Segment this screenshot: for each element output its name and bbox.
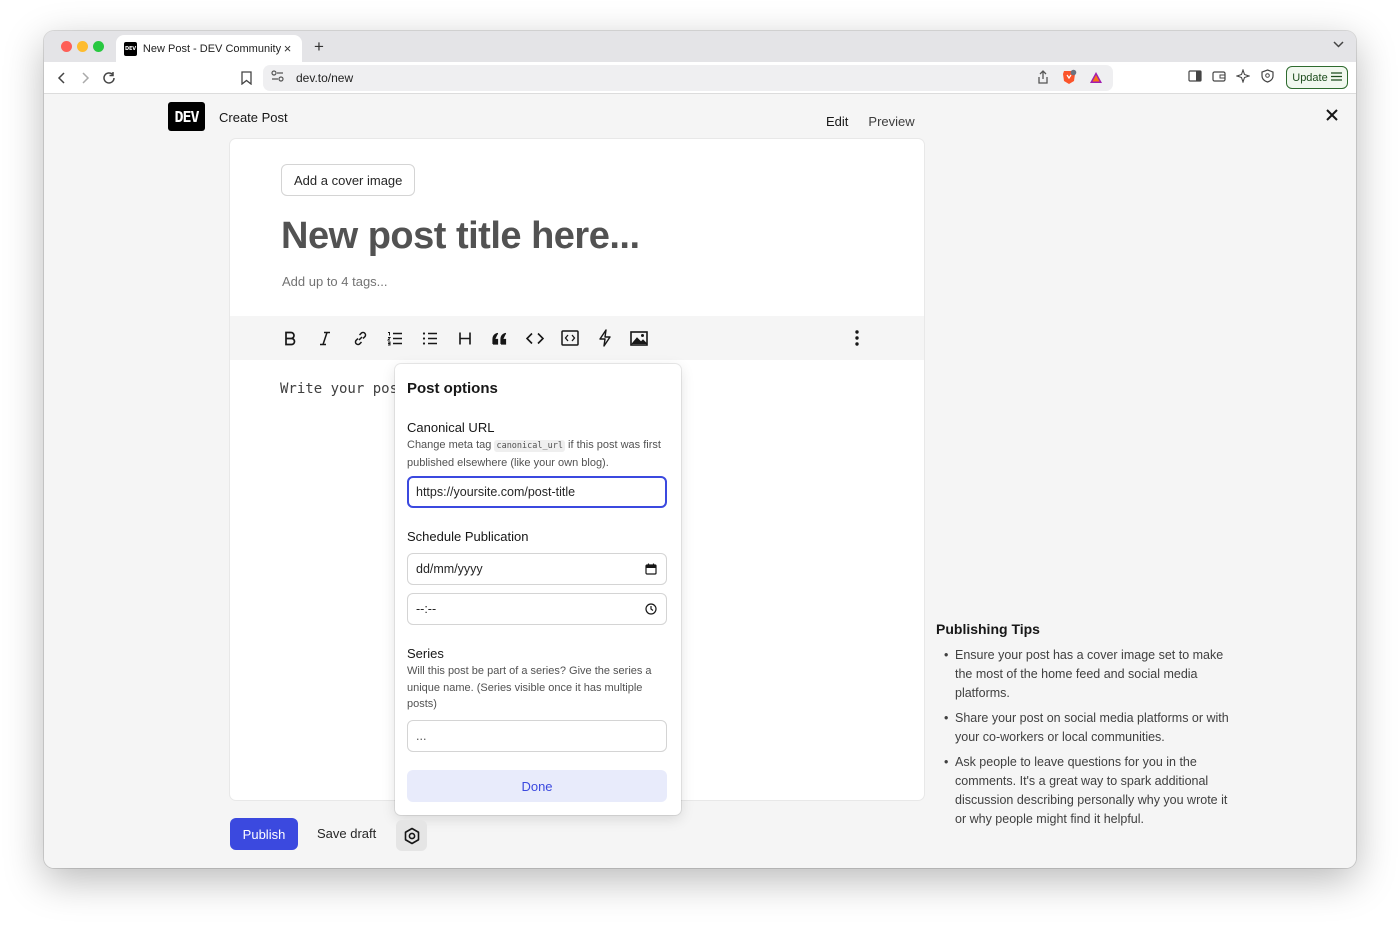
series-description: Will this post be part of a series? Give… <box>407 665 652 710</box>
series-label: Series <box>407 646 444 661</box>
post-title-input[interactable]: New post title here... <box>281 215 640 258</box>
browser-window: DEV New Post - DEV Community × + dev.to/… <box>44 31 1356 868</box>
tab-close-icon[interactable]: × <box>281 41 294 56</box>
page-title: Create Post <box>219 110 288 125</box>
canonical-url-input[interactable]: https://yoursite.com/post-title <box>407 476 667 508</box>
post-options-popover: Post options Canonical URL Change meta t… <box>395 364 681 815</box>
formatting-toolbar <box>230 316 924 360</box>
canonical-url-label: Canonical URL <box>407 420 495 435</box>
quote-icon[interactable] <box>489 327 511 349</box>
url-text: dev.to/new <box>296 71 354 85</box>
calendar-icon[interactable] <box>645 563 657 575</box>
time-placeholder: --:-- <box>416 602 437 616</box>
brave-rewards-icon[interactable] <box>1089 71 1103 89</box>
vpn-icon[interactable] <box>1260 69 1274 83</box>
tip-item: Share your post on social media platform… <box>936 709 1236 747</box>
new-tab-button[interactable]: + <box>310 37 328 57</box>
update-button[interactable]: Update <box>1286 66 1348 89</box>
save-draft-button[interactable]: Save draft <box>317 826 376 841</box>
bold-icon[interactable] <box>279 327 301 349</box>
tab-favicon: DEV <box>124 41 137 56</box>
tip-item: Ensure your post has a cover image set t… <box>936 646 1236 703</box>
clock-icon[interactable] <box>645 603 657 615</box>
schedule-time-input[interactable]: --:-- <box>407 593 667 625</box>
schedule-publication-label: Schedule Publication <box>407 529 529 544</box>
code-block-icon[interactable] <box>559 327 581 349</box>
minimize-window-button[interactable] <box>77 41 88 52</box>
more-vertical-icon[interactable] <box>846 327 868 349</box>
dev-logo[interactable]: DEV <box>168 102 205 131</box>
lightning-icon[interactable] <box>594 327 616 349</box>
add-cover-image-button[interactable]: Add a cover image <box>281 164 416 196</box>
tab-edit[interactable]: Edit <box>826 114 848 129</box>
date-placeholder: dd/mm/yyyy <box>416 562 483 576</box>
series-input[interactable]: ... <box>407 720 667 752</box>
post-options-button[interactable] <box>396 820 427 851</box>
tip-item: Ask people to leave questions for you in… <box>936 753 1236 829</box>
schedule-date-input[interactable]: dd/mm/yyyy <box>407 553 667 585</box>
italic-icon[interactable] <box>314 327 336 349</box>
back-icon[interactable] <box>52 68 72 88</box>
code-icon[interactable] <box>524 327 546 349</box>
share-icon[interactable] <box>1037 70 1049 89</box>
ordered-list-icon[interactable] <box>384 327 406 349</box>
browser-tab[interactable]: DEV New Post - DEV Community × <box>116 35 302 62</box>
tab-bar: DEV New Post - DEV Community × + <box>44 31 1356 62</box>
site-settings-icon[interactable] <box>271 69 284 87</box>
close-icon[interactable] <box>1324 107 1340 123</box>
browser-toolbar: dev.to/new Update <box>44 62 1356 94</box>
tab-title: New Post - DEV Community <box>142 42 282 55</box>
mode-tabs: Edit Preview <box>826 114 915 129</box>
tab-list-icon[interactable] <box>1333 39 1344 51</box>
tags-input[interactable]: Add up to 4 tags... <box>282 274 388 289</box>
popover-title: Post options <box>407 380 498 397</box>
settings-hexagon-icon <box>404 827 419 844</box>
done-button[interactable]: Done <box>407 770 667 802</box>
close-window-button[interactable] <box>61 41 72 52</box>
hamburger-menu-icon <box>1330 71 1342 84</box>
bookmark-icon[interactable] <box>236 68 256 88</box>
tips-title: Publishing Tips <box>936 621 1040 637</box>
tips-list: Ensure your post has a cover image set t… <box>936 646 1236 829</box>
post-body-input[interactable]: Write your pos <box>280 381 398 397</box>
sidebar-icon[interactable] <box>1188 69 1202 83</box>
canonical-desc-before: Change meta tag <box>407 439 495 451</box>
unordered-list-icon[interactable] <box>419 327 441 349</box>
publishing-tips: Publishing Tips Ensure your post has a c… <box>936 621 1236 835</box>
forward-icon[interactable] <box>75 68 95 88</box>
page-content: DEV Create Post Edit Preview Add a cover… <box>44 95 1356 868</box>
canonical-url-code: canonical_url <box>494 440 565 452</box>
address-bar[interactable]: dev.to/new <box>263 65 1113 91</box>
leo-ai-icon[interactable] <box>1236 69 1250 83</box>
tab-preview[interactable]: Preview <box>868 114 914 129</box>
link-icon[interactable] <box>349 327 371 349</box>
canonical-url-description: Change meta tag canonical_url if this po… <box>407 437 671 471</box>
update-label: Update <box>1292 71 1328 84</box>
wallet-icon[interactable] <box>1212 69 1226 83</box>
heading-icon[interactable] <box>454 327 476 349</box>
reload-icon[interactable] <box>99 68 119 88</box>
maximize-window-button[interactable] <box>93 41 104 52</box>
brave-shields-icon[interactable] <box>1061 69 1077 90</box>
publish-button[interactable]: Publish <box>230 818 298 850</box>
image-icon[interactable] <box>628 327 650 349</box>
